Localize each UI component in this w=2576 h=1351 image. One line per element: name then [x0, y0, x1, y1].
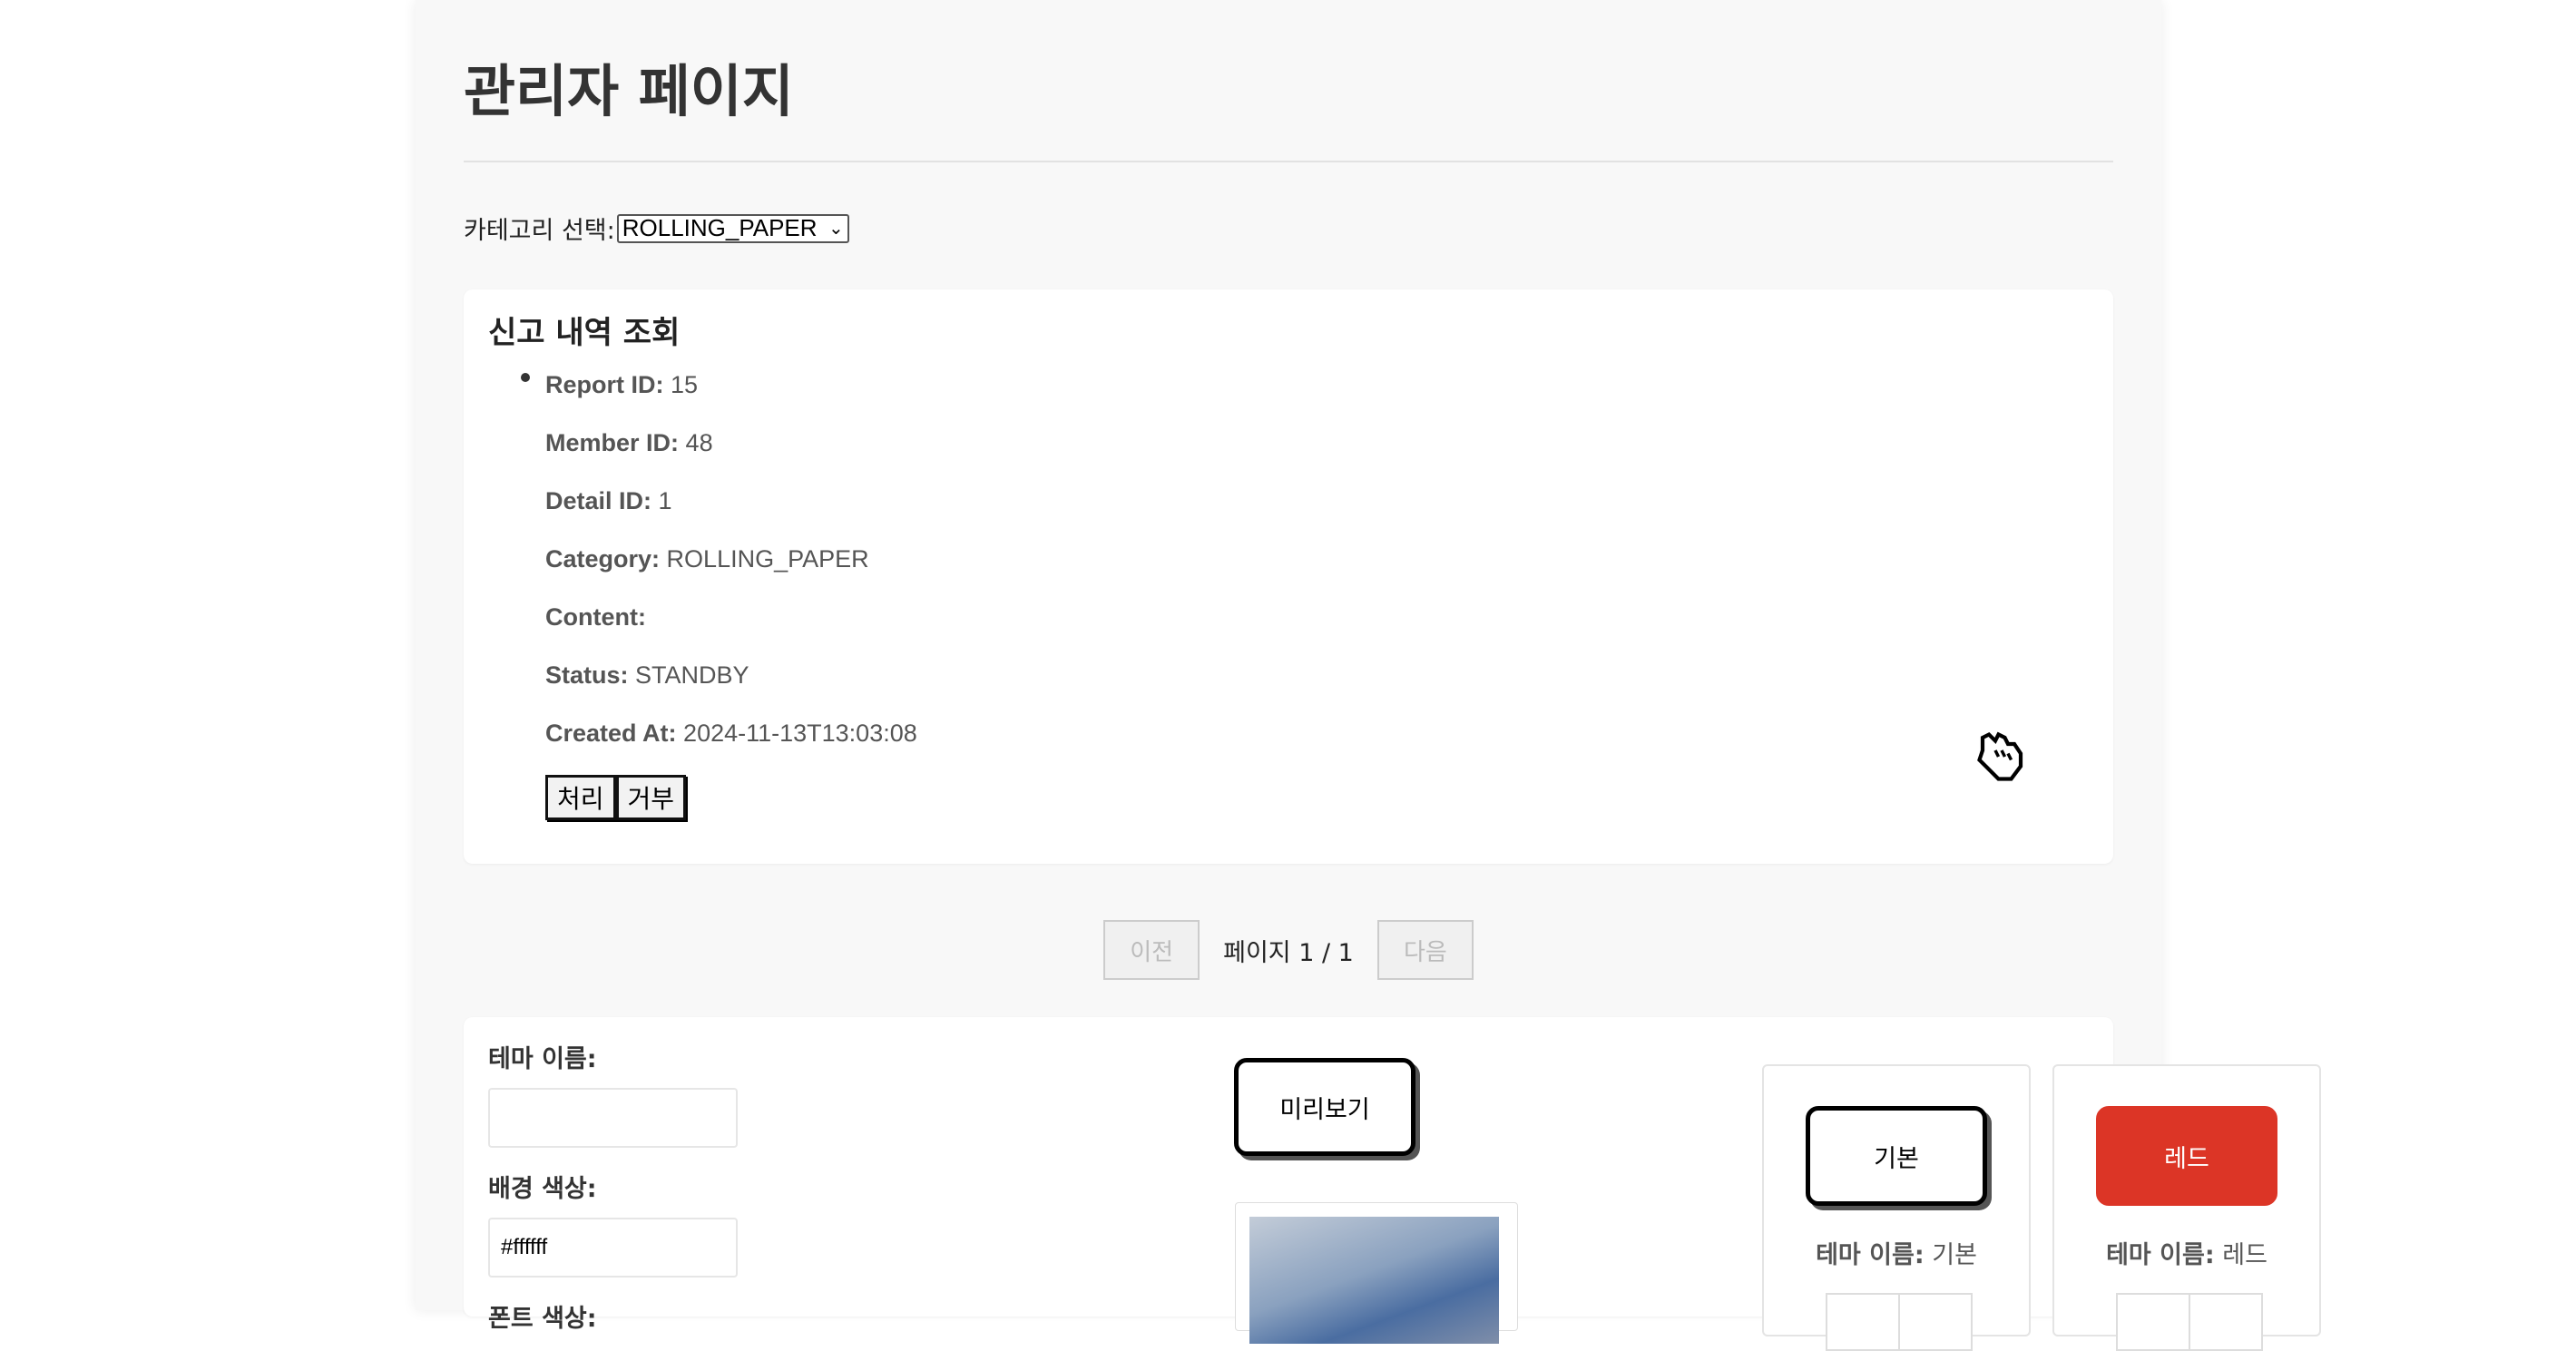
list-bullet	[521, 373, 530, 382]
field-value: 48	[685, 429, 713, 456]
page-indicator: 페이지 1 / 1	[1223, 938, 1354, 967]
theme-name-input[interactable]	[488, 1088, 738, 1148]
theme-tile-default[interactable]: 기본 테마 이름: 기본	[1762, 1064, 2031, 1351]
field-label: Category:	[545, 545, 661, 573]
preview-image-frame	[1235, 1202, 1518, 1344]
preview-image	[1249, 1217, 1499, 1344]
page-title: 관리자 페이지	[464, 58, 794, 124]
created-at-field: Created At: 2024-11-13T13:03:08	[545, 720, 917, 748]
report-actions: 처리 거부	[545, 775, 687, 820]
theme-tile-red[interactable]: 레드 테마 이름: 레드	[2052, 1064, 2321, 1351]
category-filter: 카테고리 선택: ROLLING_PAPER ⌄	[464, 210, 849, 246]
report-list-card: 신고 내역 조회 Report ID: 15 Member ID: 48 Det…	[464, 289, 2113, 864]
category-select[interactable]: ROLLING_PAPER ⌄	[616, 213, 849, 243]
theme-name-value: 기본	[1932, 1241, 1977, 1269]
field-label: Created At:	[545, 720, 677, 747]
reject-button[interactable]: 거부	[615, 775, 687, 820]
theme-name-value: 레드	[2222, 1241, 2267, 1269]
tile-action-button[interactable]	[1898, 1293, 1973, 1351]
preview-button[interactable]: 미리보기	[1234, 1058, 1415, 1156]
font-color-label: 폰트 색상:	[488, 1305, 597, 1333]
status-field: Status: STANDBY	[545, 661, 749, 690]
theme-name: 테마 이름: 기본	[1764, 1235, 2029, 1270]
report-section-title: 신고 내역 조회	[488, 315, 681, 351]
theme-name: 테마 이름: 레드	[2054, 1235, 2319, 1270]
category-label: 카테고리 선택:	[464, 217, 615, 245]
category-selected-value: ROLLING_PAPER	[622, 214, 818, 241]
bg-color-label: 배경 색상:	[488, 1175, 597, 1203]
member-id-field: Member ID: 48	[545, 429, 713, 457]
tile-action-button[interactable]	[1826, 1293, 1900, 1351]
category-field: Category: ROLLING_PAPER	[545, 545, 869, 573]
field-value: 2024-11-13T13:03:08	[683, 720, 917, 747]
bg-color-input[interactable]: #ffffff	[488, 1218, 738, 1278]
detail-id-field: Detail ID: 1	[545, 487, 672, 515]
field-value: STANDBY	[635, 661, 749, 689]
report-id-field: Report ID: 15	[545, 371, 698, 399]
theme-button-default[interactable]: 기본	[1806, 1106, 1987, 1206]
theme-name-label: 테마 이름:	[2106, 1241, 2215, 1269]
chevron-down-icon: ⌄	[828, 219, 844, 239]
tile-action-button[interactable]	[2189, 1293, 2263, 1351]
field-label: Status:	[545, 661, 629, 689]
field-label: Detail ID:	[545, 487, 652, 514]
field-label: Member ID:	[545, 429, 680, 456]
content-field: Content:	[545, 603, 646, 631]
prev-page-button[interactable]: 이전	[1103, 920, 1200, 980]
theme-name-label: 테마 이름:	[488, 1045, 597, 1073]
tile-action-button[interactable]	[2116, 1293, 2190, 1351]
field-value: 15	[671, 371, 699, 398]
field-label: Report ID:	[545, 371, 664, 398]
field-label: Content:	[545, 603, 646, 631]
next-page-button[interactable]: 다음	[1376, 920, 1474, 980]
hand-cursor-icon	[1977, 731, 2023, 781]
field-value: ROLLING_PAPER	[666, 545, 869, 573]
pagination: 이전 페이지 1 / 1 다음	[416, 920, 2161, 980]
theme-name-label: 테마 이름:	[1816, 1241, 1925, 1269]
field-value: 1	[658, 487, 672, 514]
process-button[interactable]: 처리	[545, 775, 616, 820]
theme-button-red[interactable]: 레드	[2096, 1106, 2277, 1206]
admin-page: 관리자 페이지 카테고리 선택: ROLLING_PAPER ⌄ 신고 내역 조…	[416, 0, 2321, 1351]
title-divider	[464, 161, 2113, 162]
